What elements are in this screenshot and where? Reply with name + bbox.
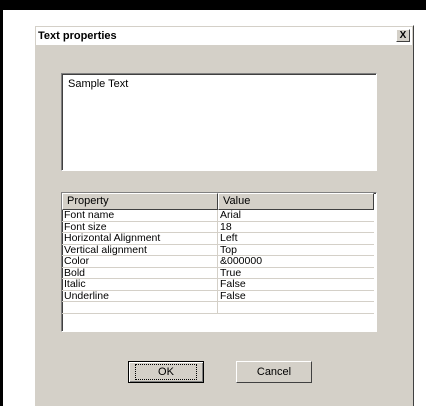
property-value-cell[interactable]: &000000 <box>218 256 374 268</box>
preview-text: Sample Text <box>68 78 129 90</box>
property-value-cell[interactable]: True <box>218 268 374 279</box>
property-value-cell[interactable]: Arial <box>218 210 374 222</box>
ok-button[interactable]: OK <box>128 361 204 383</box>
text-properties-dialog: Text properties X Sample Text Property V… <box>34 25 414 406</box>
property-name-cell: Italic <box>62 279 218 291</box>
property-value-cell[interactable]: False <box>218 291 374 302</box>
property-value-cell[interactable]: Top <box>218 245 374 256</box>
property-name-cell: Bold <box>62 267 218 279</box>
grid-row-font-size[interactable]: Font size 18 <box>62 221 376 233</box>
grid-row-empty <box>62 302 376 314</box>
property-name-cell: Horizontal Alignment <box>62 233 218 245</box>
close-icon: X <box>399 30 407 41</box>
ok-button-label: OK <box>135 364 197 380</box>
dialog-title: Text properties <box>38 30 117 42</box>
property-name-cell: Underline <box>62 290 218 302</box>
property-value-cell[interactable]: Left <box>218 233 374 245</box>
grid-header: Property Value <box>62 193 376 210</box>
title-bar[interactable]: Text properties X <box>36 27 412 45</box>
column-header-property[interactable]: Property <box>62 193 218 210</box>
grid-row-italic[interactable]: Italic False <box>62 279 376 291</box>
grid-row-vertical-alignment[interactable]: Vertical alignment Top <box>62 244 376 256</box>
property-grid: Property Value Font name Arial Font size… <box>61 192 377 332</box>
property-value-cell[interactable]: 18 <box>218 222 374 233</box>
property-value-cell[interactable]: False <box>218 279 374 291</box>
grid-row-horizontal-alignment[interactable]: Horizontal Alignment Left <box>62 233 376 245</box>
column-header-value[interactable]: Value <box>218 193 374 210</box>
text-preview-area: Sample Text <box>61 73 377 171</box>
grid-row-underline[interactable]: Underline False <box>62 290 376 302</box>
close-button[interactable]: X <box>396 29 410 42</box>
cancel-button[interactable]: Cancel <box>236 361 312 383</box>
property-name-cell: Font size <box>62 221 218 233</box>
empty-cell <box>218 302 374 314</box>
property-name-cell: Color <box>62 256 218 268</box>
property-name-cell: Font name <box>62 210 218 222</box>
empty-cell <box>62 302 218 314</box>
grid-row-bold[interactable]: Bold True <box>62 267 376 279</box>
grid-row-font-name[interactable]: Font name Arial <box>62 210 376 222</box>
cancel-button-label: Cancel <box>256 366 292 378</box>
property-name-cell: Vertical alignment <box>62 244 218 256</box>
grid-row-color[interactable]: Color &000000 <box>62 256 376 268</box>
